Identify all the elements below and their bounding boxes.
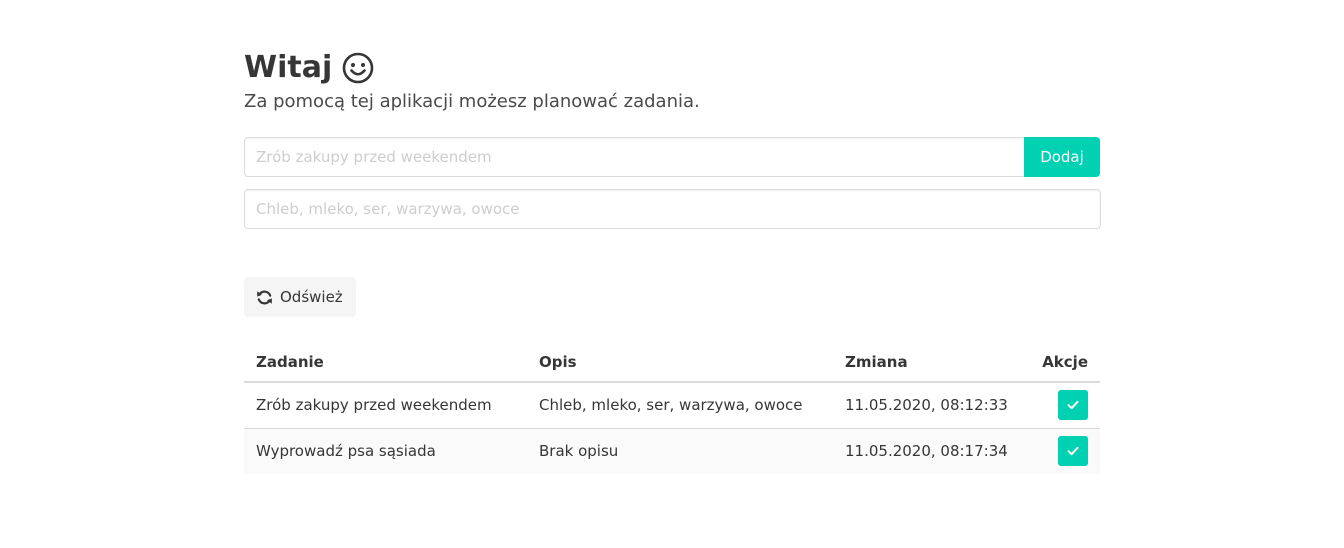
add-task-row: Dodaj [244, 137, 1100, 177]
column-header-description: Opis [527, 342, 833, 383]
task-cell: Wyprowadź psa sąsiada [244, 428, 527, 474]
refresh-icon [256, 289, 273, 306]
smile-icon [342, 52, 374, 84]
add-button[interactable]: Dodaj [1024, 137, 1100, 177]
mark-done-button[interactable] [1058, 436, 1088, 467]
table-header-row: Zadanie Opis Zmiana Akcje [244, 342, 1100, 383]
check-icon [1067, 445, 1079, 457]
tasks-table: Zadanie Opis Zmiana Akcje Zrób zakupy pr… [244, 342, 1100, 474]
changed-cell: 11.05.2020, 08:12:33 [833, 382, 1023, 429]
mark-done-button[interactable] [1058, 390, 1088, 421]
page-subtitle: Za pomocą tej aplikacji możesz planować … [244, 91, 700, 112]
column-header-changed: Zmiana [833, 342, 1023, 383]
title-row: Witaj [244, 48, 1100, 88]
refresh-label: Odśwież [280, 288, 343, 306]
page-title: Witaj [244, 50, 333, 85]
actions-cell [1023, 428, 1100, 474]
changed-cell: 11.05.2020, 08:17:34 [833, 428, 1023, 474]
description-cell: Chleb, mleko, ser, warzywa, owoce [527, 382, 833, 429]
table-row: Wyprowadź psa sąsiada Brak opisu 11.05.2… [244, 428, 1100, 474]
refresh-button[interactable]: Odśwież [244, 277, 356, 317]
column-header-task: Zadanie [244, 342, 527, 383]
task-cell: Zrób zakupy przed weekendem [244, 382, 527, 429]
task-name-input[interactable] [244, 137, 1024, 177]
description-cell: Brak opisu [527, 428, 833, 474]
table-row: Zrób zakupy przed weekendem Chleb, mleko… [244, 382, 1100, 429]
column-header-actions: Akcje [1023, 342, 1100, 383]
task-description-input[interactable] [244, 189, 1101, 229]
main-container: Witaj Za pomocą tej aplikacji możesz pla… [244, 48, 1101, 474]
actions-cell [1023, 382, 1100, 429]
check-icon [1067, 399, 1079, 411]
